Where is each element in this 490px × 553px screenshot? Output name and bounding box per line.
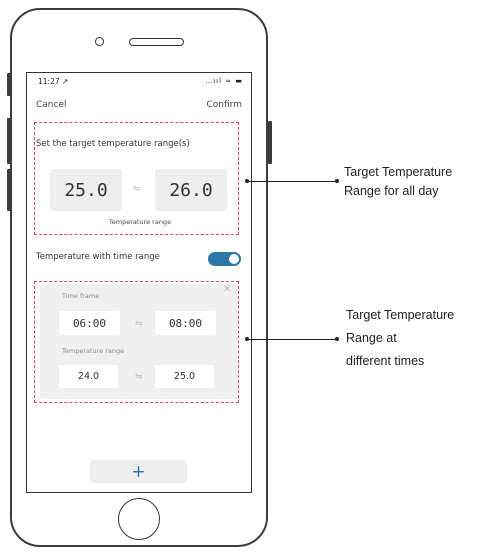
card-temp-low-value: 24.0 [77,371,100,382]
swap-icon: ⇋ [133,184,141,194]
callout-dot-all-day-end [335,179,339,183]
annotation-times-line2: Range at [346,331,397,345]
card-temp-high-input[interactable]: 25.0 [155,365,214,388]
annotation-all-day-line1: Target Temperature [344,165,453,179]
confirm-button[interactable]: Confirm [207,100,242,110]
cancel-button[interactable]: Cancel [36,100,67,110]
all-day-low-value: 25.0 [64,179,108,201]
card-temp-low-input[interactable]: 24.0 [59,365,118,388]
all-day-low-input[interactable]: 25.0 [50,169,122,211]
annotation-all-day-line2: Range for all day [344,184,439,198]
annotation-times: Target Temperature Range at different ti… [346,304,454,373]
add-time-range-button[interactable]: + [90,460,187,483]
phone-power-button [268,121,272,164]
card-temp-high-value: 25.0 [173,371,196,382]
end-time-input[interactable]: 08:00 [155,311,216,335]
start-time-value: 06:00 [72,316,107,330]
start-time-input[interactable]: 06:00 [59,311,120,335]
end-time-value: 08:00 [168,316,203,330]
status-time: 11:27 ↗ [38,77,69,86]
callout-line-times [247,339,337,340]
swap-icon: ⇋ [135,319,143,329]
phone-screen: 11:27 ↗ …ııl ≈ ▬ Cancel Confirm Set the … [26,72,252,493]
all-day-title: Set the target temperature range(s) [36,139,190,149]
callout-line-all-day [247,181,337,182]
close-icon[interactable]: ✕ [223,284,231,295]
all-day-high-value: 26.0 [169,179,213,201]
swap-icon: ⇋ [135,372,143,382]
time-range-toggle-label: Temperature with time range [36,252,160,262]
time-range-toggle[interactable] [208,252,241,266]
status-indicators: …ııl ≈ ▬ [205,77,243,85]
annotation-all-day: Target Temperature Range for all day [344,163,452,201]
all-day-high-input[interactable]: 26.0 [155,169,227,211]
time-frame-label: Time frame [62,292,100,300]
home-button[interactable] [118,498,160,540]
callout-dot-times-end [335,337,339,341]
all-day-caption: Temperature range [108,218,172,226]
annotation-times-line1: Target Temperature [346,308,455,322]
camera-dot [95,37,104,46]
card-temp-label: Temperature range [62,347,125,355]
plus-icon: + [131,461,146,482]
speaker-slot [129,38,184,46]
annotation-times-line3: different times [346,354,425,368]
toggle-knob [229,254,239,264]
